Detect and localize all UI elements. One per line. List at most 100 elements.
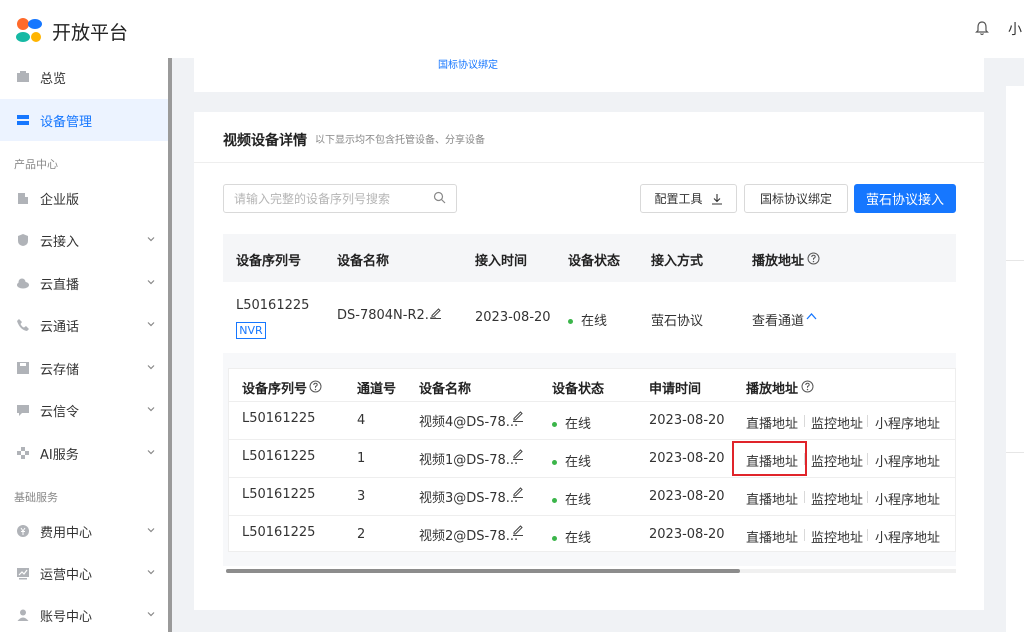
ezviz-access-button[interactable]: 萤石协议接入 (854, 184, 956, 213)
sidebar-item-label: AI服务 (40, 447, 79, 463)
sidebar-item-cloud-signal[interactable]: 云信令 (0, 389, 168, 431)
gb-bind-link[interactable]: 国标协议绑定 (438, 56, 498, 71)
chevron-down-icon (147, 280, 155, 285)
ai-icon (17, 447, 29, 459)
sidebar-item-cloud-call[interactable]: 云通话 (0, 304, 168, 346)
sidebar-item-billing[interactable]: 费用中心 (0, 510, 168, 552)
overview-icon (17, 71, 29, 82)
mini-program-address-link[interactable]: 小程序地址 (875, 413, 940, 432)
live-address-link[interactable]: 直播地址 (746, 413, 798, 432)
link-separator (867, 491, 868, 503)
live-address-link[interactable]: 直播地址 (746, 489, 798, 508)
monitor-address-link[interactable]: 监控地址 (811, 413, 863, 432)
sidebar-item-cloud-storage[interactable]: 云存储 (0, 347, 168, 389)
sidebar-item-label: 设备管理 (40, 114, 93, 130)
user-name[interactable]: 小 (1008, 19, 1022, 39)
link-separator (804, 415, 805, 427)
billing-icon (17, 525, 29, 537)
sidebar-item-account[interactable]: 账号中心 (0, 594, 168, 632)
sidebar-item-device-management[interactable]: 设备管理 (0, 99, 168, 141)
sidebar-item-label: 总览 (40, 71, 67, 87)
sidebar-item-ai-service[interactable]: AI服务 (0, 432, 168, 474)
account-icon (17, 609, 29, 621)
sidebar-item-overview[interactable]: 总览 (0, 56, 168, 98)
cloud-access-icon (18, 234, 28, 246)
edit-icon[interactable] (512, 410, 524, 422)
view-channels-link[interactable]: 查看通道 (752, 310, 804, 329)
sidebar-item-cloud-access[interactable]: 云接入 (0, 219, 168, 261)
channel-status: 在线 (552, 527, 591, 546)
notification-bell-icon[interactable] (975, 20, 989, 36)
online-dot-icon (552, 536, 557, 541)
edit-icon[interactable] (512, 448, 524, 460)
sidebar-item-label: 云接入 (40, 234, 80, 250)
link-separator (804, 529, 805, 541)
device-name: DS-7804N-R2... (337, 308, 438, 323)
divider (1006, 452, 1024, 453)
enterprise-icon (18, 193, 28, 204)
channel-apply-time: 2023-08-20 (649, 527, 725, 542)
live-address-link[interactable]: 直播地址 (746, 527, 798, 546)
link-separator (867, 529, 868, 541)
channel-header-name: 设备名称 (419, 382, 472, 397)
cloud-live-icon (17, 278, 29, 289)
help-icon[interactable] (807, 252, 820, 265)
chevron-up-icon[interactable] (806, 312, 817, 321)
channel-status: 在线 (552, 489, 591, 508)
monitor-address-link[interactable]: 监控地址 (811, 527, 863, 546)
channel-header-time: 申请时间 (649, 382, 702, 397)
mini-program-address-link[interactable]: 小程序地址 (875, 489, 940, 508)
channel-header-status: 设备状态 (552, 382, 605, 397)
online-dot-icon (552, 422, 557, 427)
device-access-mode: 萤石协议 (651, 314, 704, 329)
edit-icon[interactable] (512, 524, 524, 536)
device-status: 在线 (568, 310, 607, 329)
help-icon[interactable] (309, 380, 322, 393)
download-icon (711, 193, 722, 205)
channel-name: 视频4@DS-78... (419, 415, 519, 430)
channel-number: 3 (357, 489, 366, 504)
chevron-down-icon (147, 570, 155, 575)
sidebar-item-cloud-live[interactable]: 云直播 (0, 262, 168, 304)
sidebar-item-label: 费用中心 (40, 525, 93, 541)
channel-name: 视频1@DS-78... (419, 453, 519, 468)
channel-apply-time: 2023-08-20 (649, 451, 725, 466)
divider (1006, 260, 1024, 261)
monitor-address-link[interactable]: 监控地址 (811, 451, 863, 470)
config-tool-button[interactable]: 配置工具 (640, 184, 737, 213)
cloud-signal-icon (17, 405, 29, 416)
sidebar-group-basic: 基础服务 (14, 491, 58, 504)
sidebar-scrollbar[interactable] (168, 58, 172, 632)
sidebar-group-product: 产品中心 (14, 158, 58, 171)
mini-program-address-link[interactable]: 小程序地址 (875, 527, 940, 546)
link-separator (867, 415, 868, 427)
cloud-storage-icon (17, 362, 29, 374)
sidebar-item-enterprise[interactable]: 企业版 (0, 177, 168, 219)
sidebar-item-operations[interactable]: 运营中心 (0, 552, 168, 594)
edit-icon[interactable] (512, 486, 524, 498)
monitor-address-link[interactable]: 监控地址 (811, 489, 863, 508)
gb-bind-button[interactable]: 国标协议绑定 (744, 184, 848, 213)
help-icon[interactable] (801, 380, 814, 393)
highlight-box (732, 441, 807, 476)
status-text: 在线 (565, 417, 592, 432)
edit-icon[interactable] (430, 307, 442, 319)
section-subtitle: 以下显示均不包含托管设备、分享设备 (315, 135, 485, 146)
sidebar-item-label: 运营中心 (40, 567, 93, 583)
column-header-access: 接入方式 (651, 254, 704, 269)
chevron-down-icon (147, 450, 155, 455)
sidebar-item-label: 云直播 (40, 277, 80, 293)
horizontal-scrollbar[interactable] (226, 569, 740, 573)
column-header-serial: 设备序列号 (236, 254, 302, 269)
channel-status: 在线 (552, 451, 591, 470)
search-icon[interactable] (433, 191, 446, 204)
app-logo-icon (16, 18, 42, 42)
serial-search-input[interactable] (223, 184, 457, 213)
chevron-down-icon (147, 407, 155, 412)
row-divider (228, 401, 956, 402)
channel-serial: L50161225 (242, 525, 316, 540)
sidebar-item-label: 云存储 (40, 362, 80, 378)
app-brand-name: 开放平台 (52, 22, 129, 44)
device-access-time: 2023-08-20 (475, 310, 551, 325)
mini-program-address-link[interactable]: 小程序地址 (875, 451, 940, 470)
